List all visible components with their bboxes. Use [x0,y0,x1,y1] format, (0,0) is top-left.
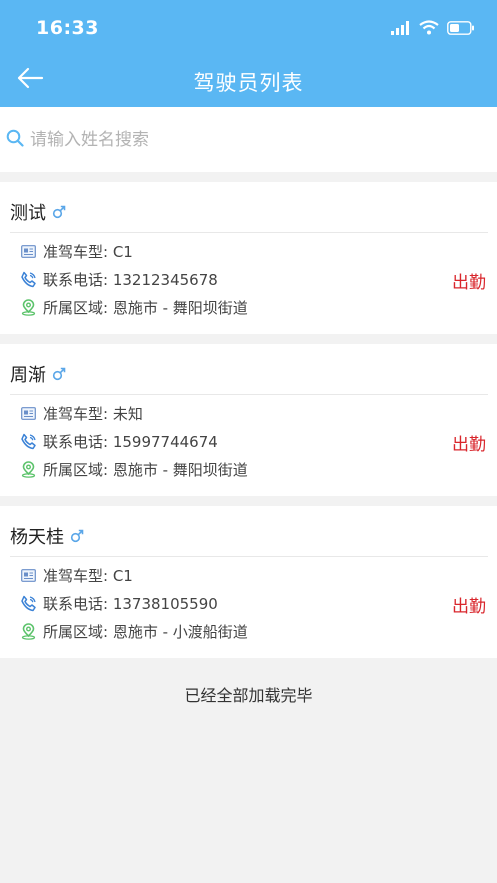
driver-name: 测试 [10,203,46,224]
status-bar: 16:33 [0,0,497,58]
status-icons [391,19,475,39]
area-row: 所属区域: 恩施市 - 小渡船街道 [20,620,248,642]
location-icon [20,460,37,478]
license-text: 准驾车型: 未知 [43,404,143,423]
app-header: 16:33 驾驶员列表 [0,0,497,107]
driver-card[interactable]: 杨天桂 准驾车型: C1 联系电话: 13738105590 所属区域: 恩施市… [0,506,497,658]
phone-icon [20,271,37,288]
attendance-button[interactable]: 出勤 [452,430,486,455]
male-icon [52,205,66,219]
search-icon [6,129,24,151]
area-text: 所属区域: 恩施市 - 舞阳坝街道 [43,460,248,479]
driver-name: 杨天桂 [10,527,64,548]
male-icon [52,367,66,381]
phone-text: 联系电话: 15997744674 [43,432,218,451]
phone-row: 联系电话: 13212345678 [20,268,218,290]
page-title: 驾驶员列表 [193,71,304,95]
driver-card[interactable]: 周渐 准驾车型: 未知 联系电话: 15997744674 所属区域: 恩施市 … [0,344,497,496]
license-icon [20,567,37,584]
status-time: 16:33 [36,17,99,39]
license-text: 准驾车型: C1 [43,242,133,261]
driver-card[interactable]: 测试 准驾车型: C1 联系电话: 13212345678 所属区域: 恩施市 … [0,182,497,334]
signal-icon [391,20,411,39]
driver-name: 周渐 [10,365,46,386]
license-row: 准驾车型: C1 [20,240,133,262]
load-complete-text: 已经全部加载完毕 [184,686,313,705]
phone-icon [20,433,37,450]
phone-row: 联系电话: 15997744674 [20,430,218,452]
phone-text: 联系电话: 13738105590 [43,594,218,613]
license-icon [20,243,37,260]
driver-name-row: 测试 [10,199,66,225]
card-divider [10,232,488,233]
license-icon [20,405,37,422]
phone-icon [20,595,37,612]
location-icon [20,622,37,640]
area-row: 所属区域: 恩施市 - 舞阳坝街道 [20,458,248,480]
location-icon [20,298,37,316]
phone-row: 联系电话: 13738105590 [20,592,218,614]
area-row: 所属区域: 恩施市 - 舞阳坝街道 [20,296,248,318]
license-row: 准驾车型: 未知 [20,402,143,424]
driver-name-row: 杨天桂 [10,523,84,549]
card-divider [10,556,488,557]
area-text: 所属区域: 恩施市 - 舞阳坝街道 [43,298,248,317]
license-text: 准驾车型: C1 [43,566,133,585]
search-input[interactable] [30,119,470,160]
license-row: 准驾车型: C1 [20,564,133,586]
battery-icon [447,20,475,39]
wifi-icon [419,19,439,39]
attendance-button[interactable]: 出勤 [452,592,486,617]
nav-bar: 驾驶员列表 [0,58,497,107]
driver-name-row: 周渐 [10,361,66,387]
phone-text: 联系电话: 13212345678 [43,270,218,289]
search-bar [0,107,497,172]
area-text: 所属区域: 恩施市 - 小渡船街道 [43,622,248,641]
attendance-button[interactable]: 出勤 [452,268,486,293]
male-icon [70,529,84,543]
card-divider [10,394,488,395]
